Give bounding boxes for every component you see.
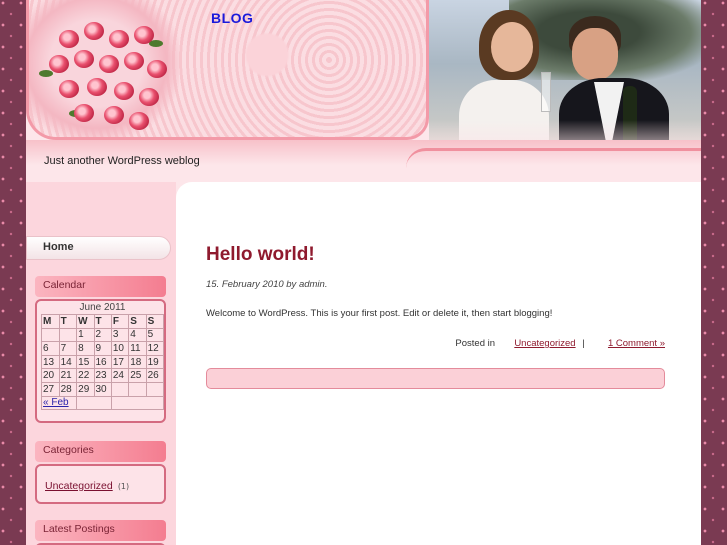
post-title[interactable]: Hello world! (206, 244, 315, 266)
comments-link[interactable]: 1 Comment » (608, 338, 665, 349)
latest-postings-widget-title: Latest Postings (35, 520, 166, 541)
category-count: (1) (117, 482, 130, 491)
main-content: Hello world! 15. February 2010 by admin.… (176, 182, 701, 545)
header-couple-photo (429, 0, 701, 160)
roses-image (29, 0, 179, 137)
calendar-day: 23 (93, 368, 112, 383)
calendar-day: 20 (41, 368, 60, 383)
calendar-day (128, 381, 147, 397)
calendar-week-row: 1 2 3 4 5 (41, 327, 165, 343)
calendar-widget-title: Calendar (35, 276, 166, 297)
calendar-day: 16 (93, 354, 112, 370)
calendar-day: 21 (58, 368, 78, 383)
calendar-day: 12 (145, 341, 165, 356)
page: BLOG Just another WordPress weblog Home … (26, 0, 701, 545)
calendar-day: 14 (58, 354, 78, 370)
calendar-day: 7 (58, 341, 78, 356)
calendar-day: 3 (110, 327, 130, 343)
calendar-day: 29 (76, 381, 95, 397)
calendar-day: 15 (76, 354, 95, 370)
calendar-day: 9 (93, 341, 112, 356)
calendar-day: 19 (145, 354, 165, 370)
calendar-day: 22 (76, 368, 95, 383)
calendar-day: 25 (128, 368, 147, 383)
site-title[interactable]: BLOG (211, 10, 253, 26)
post-footer: Posted in Uncategorized | 1 Comment » (455, 338, 665, 349)
calendar-weekday-row: M T W T F S S (41, 314, 165, 329)
post-meta: 15. February 2010 by admin. (206, 279, 328, 290)
calendar-day: 8 (76, 341, 95, 356)
calendar-table: June 2011 M T W T F S S 1 2 3 4 5 6 7 8 … (40, 301, 165, 411)
header-banner: BLOG (26, 0, 429, 140)
calendar-day: 6 (41, 341, 60, 356)
calendar-day: 10 (110, 341, 130, 356)
calendar-day: 27 (41, 381, 60, 397)
calendar-day: 24 (110, 368, 130, 383)
calendar-day (41, 327, 60, 343)
calendar-day: 2 (93, 327, 112, 343)
calendar-widget: June 2011 M T W T F S S 1 2 3 4 5 6 7 8 … (35, 299, 166, 423)
calendar-day (110, 381, 130, 397)
footer-separator: | (582, 338, 585, 349)
calendar-day: 18 (128, 354, 147, 370)
calendar-day: 1 (76, 327, 95, 343)
calendar-nav-row: « Feb (40, 395, 165, 411)
calendar-caption: June 2011 (79, 302, 126, 313)
calendar-week-row: 27 28 29 30 (41, 381, 165, 397)
calendar-week-row: 20 21 22 23 24 25 26 (41, 368, 165, 383)
nav-home-link[interactable]: Home (26, 236, 171, 260)
weekday-header: S (128, 314, 147, 329)
weekday-header: F (110, 314, 130, 329)
calendar-day: 26 (145, 368, 165, 383)
calendar-day: 28 (58, 381, 78, 397)
calendar-day (145, 381, 165, 397)
weekday-header: M (41, 314, 60, 329)
category-link[interactable]: Uncategorized (45, 480, 113, 492)
calendar-day: 13 (41, 354, 60, 370)
weekday-header: W (76, 314, 95, 329)
categories-widget: Uncategorized (1) (35, 464, 166, 504)
calendar-day: 30 (93, 381, 112, 397)
calendar-day (58, 327, 78, 343)
weekday-header: S (145, 314, 165, 329)
categories-widget-title: Categories (35, 441, 166, 462)
weekday-header: T (93, 314, 112, 329)
post-category-link[interactable]: Uncategorized (514, 338, 575, 349)
calendar-day: 17 (110, 354, 130, 370)
weekday-header: T (58, 314, 78, 329)
sidebar: Home Calendar June 2011 M T W T F S S 1 (26, 182, 176, 545)
post-body: Welcome to WordPress. This is your first… (206, 308, 553, 319)
calendar-prev-month-link[interactable]: « Feb (43, 397, 69, 408)
posted-in-label: Posted in (455, 338, 496, 349)
calendar-day: 5 (145, 327, 165, 343)
site-tagline: Just another WordPress weblog (44, 155, 200, 167)
calendar-day: 4 (128, 327, 147, 343)
post-divider-bar (206, 368, 665, 389)
calendar-week-row: 6 7 8 9 10 11 12 (41, 341, 165, 356)
calendar-day: 11 (128, 341, 147, 356)
calendar-week-row: 13 14 15 16 17 18 19 (41, 354, 165, 370)
